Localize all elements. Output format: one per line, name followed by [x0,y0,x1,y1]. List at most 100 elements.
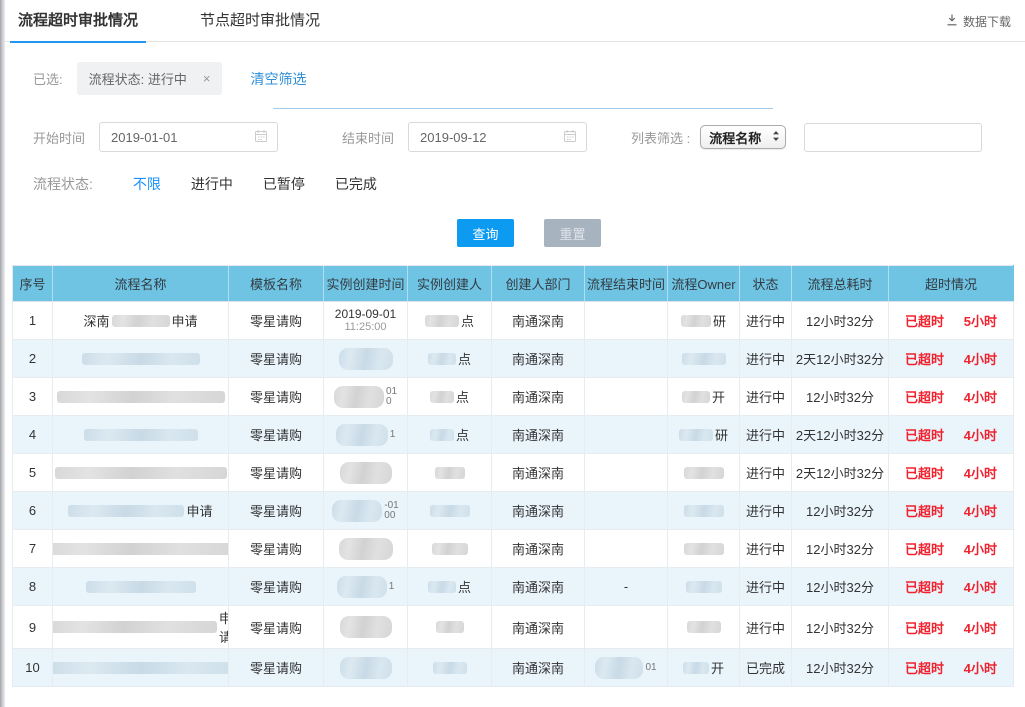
cell-duration: 12小时32分 [792,649,889,687]
table-header-cell: 超时情况 [889,266,1014,302]
cell-end-time [585,416,668,454]
cell-status: 进行中 [740,416,792,454]
redacted-text [433,662,467,674]
cell-owner [668,568,740,606]
cell-template: 零星请购 [229,568,324,606]
end-date-input[interactable] [418,129,548,146]
cell-overtime: 已超时4小时 [889,530,1014,568]
overtime-hours: 4小时 [964,577,997,596]
cell-owner [668,606,740,649]
cell-creator [408,606,492,649]
redacted-text [53,662,229,674]
cell-end-time [585,378,668,416]
cell-index: 1 [13,302,53,340]
cell-template: 零星请购 [229,649,324,687]
cell-creator [408,649,492,687]
search-button[interactable]: 查询 [457,219,514,247]
tab-node-timeout[interactable]: 节点超时审批情况 [200,0,320,42]
cell-department: 南通深南 [492,416,585,454]
redacted-text [681,315,711,327]
start-date-label: 开始时间 [33,128,85,147]
cell-template: 零星请购 [229,606,324,649]
cell-process-name [53,454,229,492]
tab-process-timeout[interactable]: 流程超时审批情况 [18,0,138,42]
status-option-3[interactable]: 已暂停 [263,174,305,194]
cell-status: 进行中 [740,302,792,340]
select-arrows-icon [772,130,780,145]
status-option-1[interactable]: 不限 [133,174,161,194]
tag-close-icon[interactable]: × [203,71,211,86]
start-date-field[interactable] [99,122,278,152]
cell-process-name [53,568,229,606]
cell-created-time [324,530,408,568]
overtime-flag: 已超时 [905,539,944,558]
clear-filters-link[interactable]: 清空筛选 [250,69,306,89]
cell-overtime: 已超时4小时 [889,454,1014,492]
start-date-input[interactable] [109,129,239,146]
table-row: 5零星请购南通深南进行中2天12小时32分已超时4小时 [13,454,1014,492]
overtime-flag: 已超时 [905,387,944,406]
overtime-hours: 4小时 [964,425,997,444]
cell-created-time [324,606,408,649]
cell-duration: 2天12小时32分 [792,454,889,492]
keyword-input[interactable] [804,123,982,152]
calendar-icon [254,129,268,146]
cell-created-time: 1 [324,416,408,454]
divider-line [273,108,773,109]
cell-template: 零星请购 [229,492,324,530]
redacted-text [332,500,382,522]
list-filter-selected-value: 流程名称 [709,128,761,147]
overtime-flag: 已超时 [905,658,944,677]
table-header-cell: 流程总耗时 [792,266,889,302]
cell-duration: 12小时32分 [792,378,889,416]
redacted-text [334,386,384,408]
list-filter-select[interactable]: 流程名称 [700,125,786,149]
cell-end-time [585,606,668,649]
list-filter-label: 列表筛选 : [631,128,690,147]
redacted-text [679,429,713,441]
cell-duration: 12小时32分 [792,606,889,649]
cell-index: 8 [13,568,53,606]
cell-created-time: 010 [324,378,408,416]
status-option-2[interactable]: 进行中 [191,174,233,194]
cell-creator: 点 [408,340,492,378]
cell-process-name [53,649,229,687]
redacted-text [84,429,198,441]
cell-department: 南通深南 [492,340,585,378]
filter-panel: 已选: 流程状态: 进行中 × 清空筛选 开始时间 结束时间 [0,62,1025,247]
overtime-hours: 5小时 [964,311,997,330]
redacted-text [432,543,468,555]
status-option-4[interactable]: 已完成 [335,174,377,194]
redacted-text [430,429,454,441]
redacted-text [428,581,456,593]
status-label: 流程状态: [33,174,93,194]
cell-created-time [324,340,408,378]
redacted-text [682,391,710,403]
redacted-text [430,505,470,517]
cell-process-name [53,416,229,454]
cell-template: 零星请购 [229,416,324,454]
end-date-field[interactable] [408,122,587,152]
cell-duration: 12小时32分 [792,530,889,568]
cell-duration: 12小时32分 [792,492,889,530]
overtime-flag: 已超时 [905,577,944,596]
download-button[interactable]: 数据下载 [946,0,1011,42]
overtime-hours: 4小时 [964,463,997,482]
redacted-text [686,581,722,593]
cell-department: 南通深南 [492,454,585,492]
table-row: 2零星请购点南通深南进行中2天12小时32分已超时4小时 [13,340,1014,378]
cell-created-time [324,649,408,687]
reset-button[interactable]: 重置 [544,219,601,247]
cell-end-time [585,302,668,340]
redacted-text [340,462,392,484]
cell-index: 6 [13,492,53,530]
cell-end-time: 01 [585,649,668,687]
cell-status: 进行中 [740,606,792,649]
table-header-cell: 流程结束时间 [585,266,668,302]
cell-template: 零星请购 [229,530,324,568]
cell-status: 已完成 [740,649,792,687]
overtime-flag: 已超时 [905,349,944,368]
redacted-text [53,543,229,555]
redacted-text [428,353,456,365]
table-row: 4零星请购1点南通深南研进行中2天12小时32分已超时4小时 [13,416,1014,454]
